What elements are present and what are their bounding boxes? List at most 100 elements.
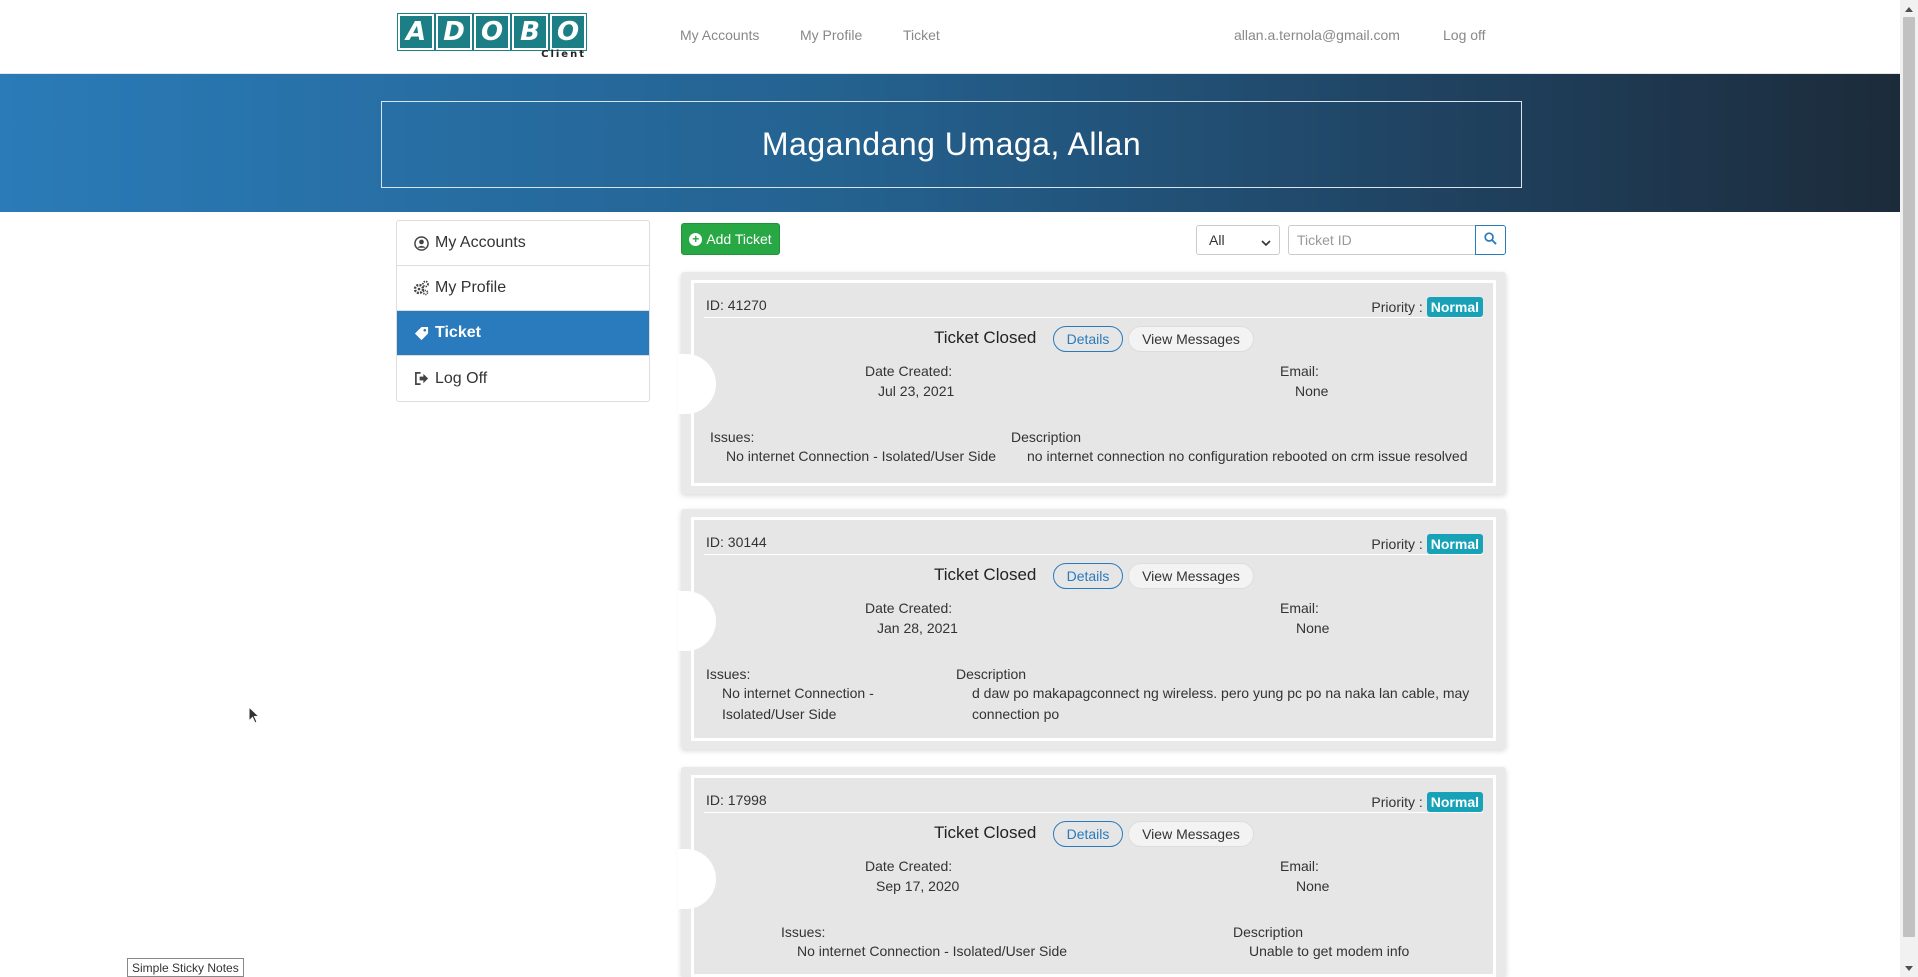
details-button[interactable]: Details [1053,326,1123,352]
sticky-notes-tab[interactable]: Simple Sticky Notes [127,958,244,977]
status-filter-value: All [1209,232,1225,248]
email-label: Email: [1280,858,1319,874]
sidebar-item-log-off[interactable]: Log Off [397,356,649,401]
details-button[interactable]: Details [1053,563,1123,589]
scrollbar-thumb[interactable] [1903,17,1915,937]
ticket-body: ID: 41270 Priority : Normal Ticket Close… [678,280,1496,486]
top-navbar: A D O B O Client My Accounts My Profile … [0,0,1900,74]
sidebar-item-label: Ticket [435,324,481,341]
ticket-priority: Priority : Normal [1371,792,1483,812]
ticket-priority: Priority : Normal [1371,297,1483,317]
view-messages-button[interactable]: View Messages [1128,821,1254,847]
details-button[interactable]: Details [1053,821,1123,847]
scroll-up-arrow-icon[interactable] [1900,0,1918,17]
priority-label: Priority : [1371,299,1423,315]
divider [704,554,1483,555]
priority-label: Priority : [1371,536,1423,552]
scroll-down-arrow-icon[interactable] [1900,960,1918,977]
issues-value-line1: No internet Connection - [722,685,874,701]
nav-my-accounts[interactable]: My Accounts [680,27,759,43]
priority-badge: Normal [1426,534,1483,554]
date-created-value: Jan 28, 2021 [877,620,958,636]
logo-letter: D [435,13,473,51]
ticket-id: ID: 30144 [706,534,767,550]
priority-badge: Normal [1426,297,1483,317]
add-ticket-button[interactable]: + Add Ticket [681,223,780,255]
description-value-line2: connection po [972,706,1060,722]
sidebar-item-label: My Profile [435,279,507,296]
ticket-notch [678,849,716,909]
nav-my-profile[interactable]: My Profile [800,27,862,43]
ticket-id-search-input[interactable] [1288,225,1476,255]
ticket-status: Ticket Closed [934,565,1037,584]
issues-value: No internet Connection - Isolated/User S… [726,448,997,464]
ticket-status: Ticket Closed [934,823,1037,842]
tag-icon [413,325,429,341]
ticket-status: Ticket Closed [934,328,1037,347]
sidebar-item-my-profile[interactable]: My Profile [397,266,649,311]
issues-value-line2: Isolated/User Side [722,706,837,722]
ticket-priority: Priority : Normal [1371,534,1483,554]
user-circle-icon [413,235,429,251]
greeting-title: Magandang Umaga, Allan [761,126,1142,162]
ticket-notch [678,354,716,414]
priority-badge: Normal [1426,792,1483,812]
ticket-body: ID: 17998 Priority : Normal Ticket Close… [678,775,1496,977]
logo-letter: A [397,13,435,51]
ticket-id: ID: 41270 [706,297,767,313]
search-button[interactable] [1475,225,1506,255]
mouse-cursor-icon [248,705,261,727]
divider [704,812,1483,813]
logo-subtitle: Client [541,49,586,60]
ticket-id: ID: 17998 [706,792,767,808]
search-icon [1484,232,1497,248]
email-value: None [1295,383,1329,399]
priority-label: Priority : [1371,794,1423,810]
description-value: Unable to get modem info [1249,943,1410,959]
sign-out-icon [413,371,429,387]
email-label: Email: [1280,363,1319,379]
page-scrollbar[interactable] [1900,0,1918,977]
issues-label: Issues: [710,429,755,445]
date-created-label: Date Created: [865,363,953,379]
email-label: Email: [1280,600,1319,616]
date-created-label: Date Created: [865,600,953,616]
divider [704,317,1483,318]
email-value: None [1296,620,1330,636]
date-created-label: Date Created: [865,858,953,874]
sidebar-item-label: My Accounts [435,234,526,251]
issues-value: No internet Connection - Isolated/User S… [797,943,1068,959]
plus-circle-icon: + [689,232,703,246]
nav-ticket[interactable]: Ticket [903,27,940,43]
view-messages-button[interactable]: View Messages [1128,326,1254,352]
logo-letter: O [549,13,587,51]
email-value: None [1296,878,1330,894]
description-value-line1: d daw po makapagconnect ng wireless. per… [972,685,1470,701]
description-value: no internet connection no configuration … [1027,448,1468,464]
chevron-down-icon [1261,235,1271,251]
logo-letter: O [473,13,511,51]
ticket-body: ID: 30144 Priority : Normal Ticket Close… [678,517,1496,741]
description-label: Description [1011,429,1082,445]
status-filter-select[interactable]: All [1196,225,1280,255]
add-ticket-label: Add Ticket [706,231,772,247]
description-label: Description [1233,924,1304,940]
nav-logoff[interactable]: Log off [1443,27,1486,43]
greeting-box: Magandang Umaga, Allan [381,101,1522,188]
logo-letter: B [511,13,549,51]
issues-label: Issues: [781,924,826,940]
nav-user-email[interactable]: allan.a.ternola@gmail.com [1234,27,1400,43]
cogs-icon [413,280,429,296]
ticket-card: ID: 17998 Priority : Normal Ticket Close… [678,767,1506,977]
date-created-value: Jul 23, 2021 [878,383,955,399]
ticket-notch [678,591,716,651]
sidebar-item-ticket[interactable]: Ticket [397,311,649,356]
ticket-card: ID: 41270 Priority : Normal Ticket Close… [678,272,1506,494]
adobo-logo[interactable]: A D O B O Client [397,13,592,60]
sidebar-menu: My Accounts My Profile Ticket Log Off [396,220,650,402]
date-created-value: Sep 17, 2020 [876,878,960,894]
sidebar-item-my-accounts[interactable]: My Accounts [397,221,649,266]
issues-label: Issues: [706,666,751,682]
view-messages-button[interactable]: View Messages [1128,563,1254,589]
ticket-card: ID: 30144 Priority : Normal Ticket Close… [678,509,1506,749]
